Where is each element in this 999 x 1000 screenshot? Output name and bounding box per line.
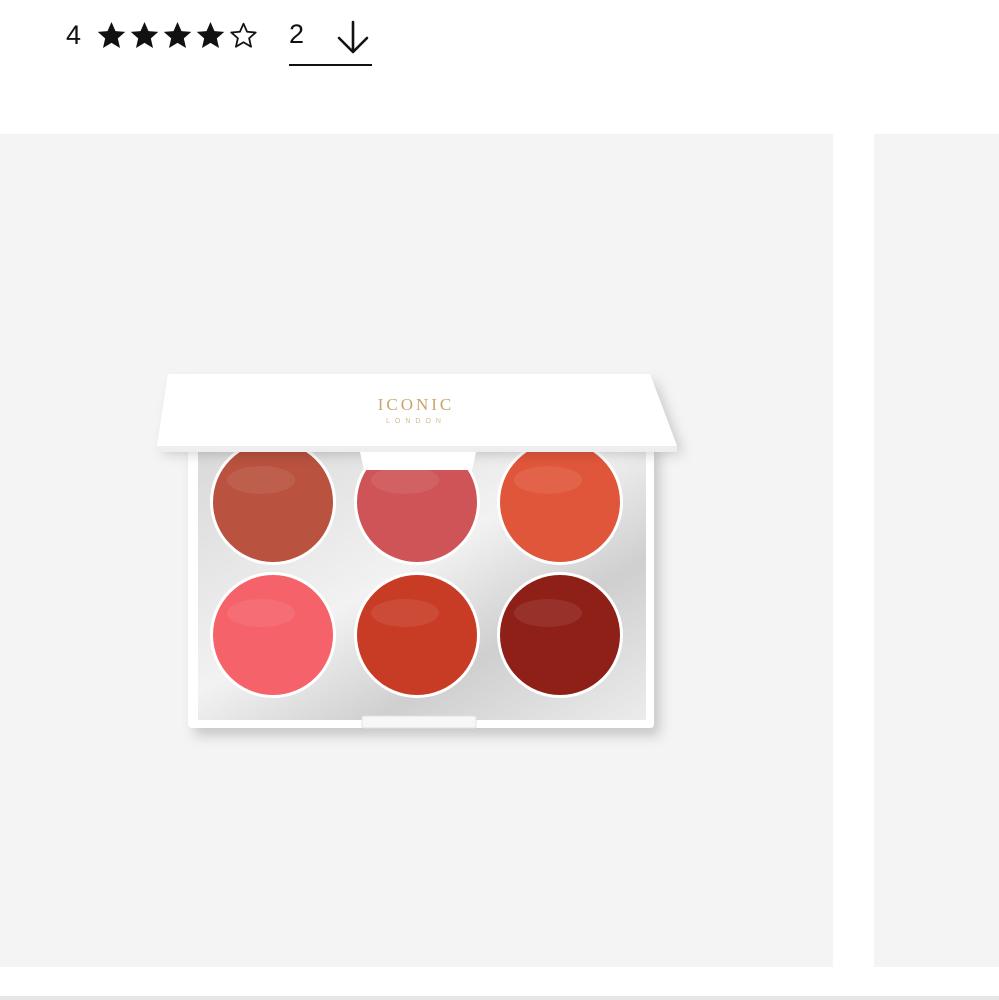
star-filled-icon bbox=[196, 21, 225, 48]
product-page: 4 2 ICONIC LONDON bbox=[0, 0, 999, 1000]
reviews-jump-link[interactable]: 2 bbox=[289, 12, 372, 66]
divider bbox=[0, 996, 999, 1000]
star-rating bbox=[95, 19, 260, 52]
color-pan bbox=[213, 575, 333, 695]
rating-summary: 4 bbox=[66, 14, 260, 56]
product-palette-image: ICONIC LONDON bbox=[157, 374, 677, 729]
star-filled-icon bbox=[130, 21, 159, 48]
palette-brand-text: ICONIC bbox=[378, 395, 455, 414]
pan-highlight bbox=[227, 599, 295, 627]
palette-brand-subtext: LONDON bbox=[386, 418, 446, 425]
pan-highlight bbox=[514, 466, 582, 494]
pan-highlight bbox=[514, 599, 582, 627]
color-pan bbox=[357, 575, 477, 695]
star-filled-icon bbox=[163, 21, 192, 48]
pan-highlight bbox=[371, 466, 439, 494]
pan-highlight bbox=[371, 599, 439, 627]
color-pan bbox=[500, 442, 620, 562]
product-image-next[interactable] bbox=[874, 134, 999, 967]
rating-value: 4 bbox=[66, 20, 82, 50]
pan-highlight bbox=[227, 466, 295, 494]
product-image-main[interactable]: ICONIC LONDON bbox=[0, 134, 833, 967]
color-pan bbox=[500, 575, 620, 695]
star-empty-icon bbox=[230, 22, 257, 48]
arrow-down-icon bbox=[337, 20, 369, 54]
color-pan bbox=[213, 442, 333, 562]
review-count: 2 bbox=[289, 19, 305, 49]
star-filled-icon bbox=[97, 21, 126, 48]
